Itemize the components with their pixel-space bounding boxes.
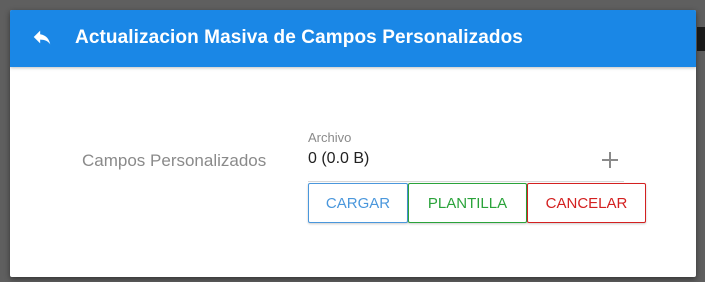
file-value: 0 (0.0 B) — [308, 150, 370, 167]
file-caption: Archivo — [308, 130, 352, 145]
file-field-underline — [308, 181, 624, 182]
back-button[interactable] — [28, 25, 56, 53]
add-file-button[interactable] — [598, 150, 622, 174]
upload-button[interactable]: CARGAR — [308, 183, 408, 223]
field-label: Campos Personalizados — [82, 151, 267, 170]
screen: Actualizacion Masiva de Campos Personali… — [0, 0, 705, 282]
reply-arrow-icon — [31, 26, 53, 53]
dialog-header: Actualizacion Masiva de Campos Personali… — [10, 10, 696, 67]
action-buttons: CARGAR PLANTILLA CANCELAR — [308, 183, 646, 223]
plus-icon — [601, 151, 619, 174]
template-button[interactable]: PLANTILLA — [408, 183, 527, 223]
bulk-update-dialog: Actualizacion Masiva de Campos Personali… — [10, 10, 696, 277]
cancel-button[interactable]: CANCELAR — [527, 183, 646, 223]
background-edge — [697, 27, 705, 51]
dialog-title: Actualizacion Masiva de Campos Personali… — [75, 27, 523, 48]
